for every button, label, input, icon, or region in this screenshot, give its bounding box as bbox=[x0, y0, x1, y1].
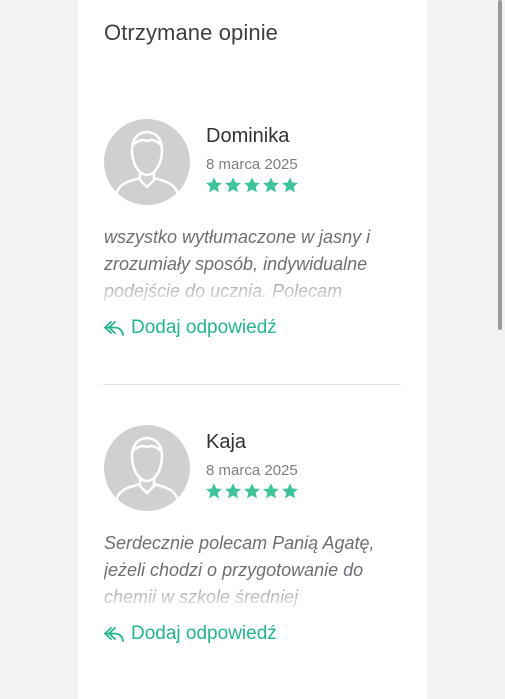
add-reply-label: Dodaj odpowiedź bbox=[131, 317, 277, 338]
star-icon bbox=[206, 483, 222, 499]
author-name: Dominika bbox=[206, 125, 290, 147]
star-icon bbox=[244, 483, 260, 499]
add-reply-button[interactable]: Dodaj odpowiedź bbox=[103, 623, 277, 645]
star-icon bbox=[206, 177, 222, 193]
author-name: Kaja bbox=[206, 431, 247, 453]
review-date: 8 marca 2025 bbox=[206, 156, 298, 173]
add-reply-button[interactable]: Dodaj odpowiedź bbox=[103, 317, 277, 339]
rating-stars bbox=[205, 176, 299, 194]
star-icon bbox=[263, 177, 279, 193]
review-divider bbox=[103, 384, 401, 385]
add-reply-label: Dodaj odpowiedź bbox=[131, 623, 277, 644]
scrollbar[interactable] bbox=[498, 0, 502, 330]
star-icon bbox=[225, 177, 241, 193]
star-icon bbox=[282, 483, 298, 499]
star-icon bbox=[263, 483, 279, 499]
review-text: wszystko wytłumaczone w jasny i zrozumia… bbox=[104, 227, 371, 301]
star-icon bbox=[244, 177, 260, 193]
star-icon bbox=[282, 177, 298, 193]
rating-stars bbox=[205, 482, 299, 500]
user-avatar-icon bbox=[104, 425, 190, 511]
user-avatar-icon bbox=[104, 119, 190, 205]
reviews-card: Otrzymane opinie Dominika 8 marca 2025 w… bbox=[78, 0, 427, 699]
reply-arrow-icon bbox=[104, 321, 124, 336]
review-date: 8 marca 2025 bbox=[206, 462, 298, 479]
review-text: Serdecznie polecam Panią Agatę, jeżeli c… bbox=[104, 533, 375, 607]
reply-arrow-icon bbox=[104, 627, 124, 642]
section-title: Otrzymane opinie bbox=[104, 20, 279, 45]
star-icon bbox=[225, 483, 241, 499]
